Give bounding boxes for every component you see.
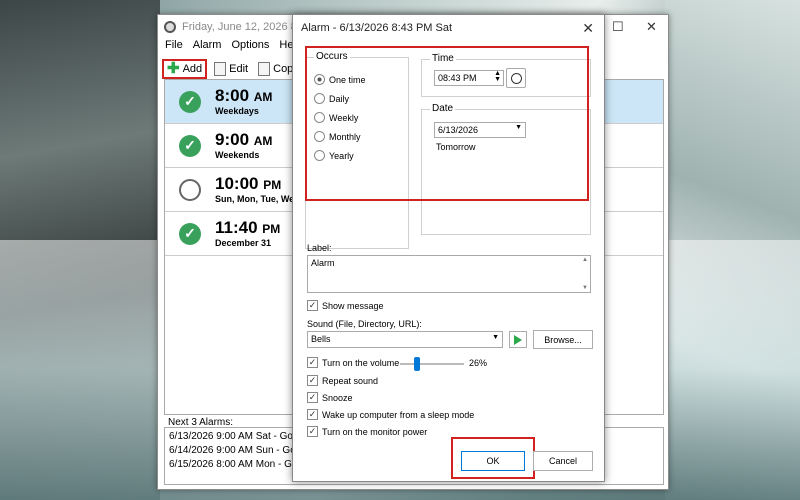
alarm-time: 11:40 (215, 218, 258, 237)
label-value: Alarm (311, 258, 335, 268)
chevron-down-icon[interactable]: ▼ (492, 334, 499, 341)
close-icon[interactable]: ✕ (646, 19, 657, 35)
play-button[interactable] (509, 331, 527, 348)
volume-slider-thumb[interactable] (413, 357, 420, 371)
scroll-up-icon[interactable]: ▲ (582, 257, 588, 263)
checkbox-checked-icon: ✓ (307, 426, 318, 437)
add-label: Add (182, 63, 203, 75)
checkbox-checked-icon: ✓ (307, 392, 318, 403)
monitor-power-checkbox[interactable]: ✓ Turn on the monitor power (307, 426, 427, 437)
highlight-box (305, 46, 589, 201)
ok-button[interactable]: OK (461, 451, 525, 471)
alarm-ampm: PM (263, 178, 282, 192)
alarm-ampm: AM (253, 90, 273, 104)
alarm-ampm: PM (262, 222, 281, 236)
alarm-days: Weekends (215, 150, 260, 160)
sound-select[interactable]: Bells ▼ (307, 331, 503, 348)
menu-alarm[interactable]: Alarm (193, 39, 222, 55)
copy-icon (258, 62, 271, 76)
scroll-down-icon[interactable]: ▼ (582, 285, 588, 291)
play-icon (514, 334, 522, 345)
menu-options[interactable]: Options (231, 39, 269, 55)
volume-value: 26% (469, 358, 488, 368)
label-title: Label: (307, 243, 332, 253)
checkbox-label: Snooze (322, 392, 353, 403)
checkbox-label: Turn on the monitor power (322, 426, 428, 437)
alarm-days: Weekdays (215, 106, 259, 116)
clock-app-icon (164, 21, 176, 33)
edit-icon (214, 62, 227, 76)
sound-title: Sound (File, Directory, URL): (307, 319, 422, 329)
alarm-days: Sun, Mon, Tue, We (215, 194, 295, 204)
alarm-time: 10:00 (215, 174, 259, 193)
checkbox-label: Wake up computer from a sleep mode (322, 409, 475, 420)
checkbox-checked-icon: ✓ (307, 300, 318, 311)
checkbox-label: Show message (322, 300, 384, 311)
snooze-checkbox[interactable]: ✓ Snooze (307, 392, 353, 403)
plus-icon: ✚ (167, 60, 180, 77)
edit-label: Edit (229, 63, 249, 75)
checkbox-checked-icon: ✓ (307, 409, 318, 420)
wake-up-checkbox[interactable]: ✓ Wake up computer from a sleep mode (307, 409, 474, 420)
dialog-title: Alarm - 6/13/2026 8:43 PM Sat (301, 22, 453, 34)
disabled-circle-icon[interactable] (179, 178, 201, 201)
checkbox-label: Turn on the volume (322, 357, 400, 368)
dialog-close-icon[interactable]: ✕ (582, 20, 594, 37)
label-textarea[interactable]: Alarm ▲ ▼ (307, 255, 591, 293)
browse-button[interactable]: Browse... (533, 330, 593, 349)
maximize-icon[interactable]: ☐ (612, 19, 624, 35)
show-message-checkbox[interactable]: ✓ Show message (307, 300, 384, 311)
alarm-days: December 31 (215, 238, 272, 248)
enabled-check-icon[interactable]: ✓ (179, 134, 201, 157)
checkbox-checked-icon: ✓ (307, 375, 318, 386)
repeat-sound-checkbox[interactable]: ✓ Repeat sound (307, 375, 378, 386)
menu-file[interactable]: File (165, 39, 183, 55)
add-button[interactable]: ✚ Add (162, 59, 208, 79)
alarm-ampm: AM (253, 134, 273, 148)
checkbox-checked-icon: ✓ (307, 357, 318, 368)
sound-value: Bells (311, 334, 331, 344)
edit-button[interactable]: Edit (211, 59, 251, 79)
alarm-time: 8:00 (215, 86, 250, 105)
enabled-check-icon[interactable]: ✓ (179, 90, 201, 113)
checkbox-label: Repeat sound (322, 375, 379, 386)
alarm-dialog: Alarm - 6/13/2026 8:43 PM Sat ✕ Occurs O… (292, 14, 605, 482)
cancel-button[interactable]: Cancel (533, 451, 593, 471)
volume-checkbox[interactable]: ✓ Turn on the volume (307, 357, 399, 368)
enabled-check-icon[interactable]: ✓ (179, 222, 201, 245)
alarm-time: 9:00 (215, 130, 250, 149)
volume-slider-track[interactable] (400, 363, 464, 365)
